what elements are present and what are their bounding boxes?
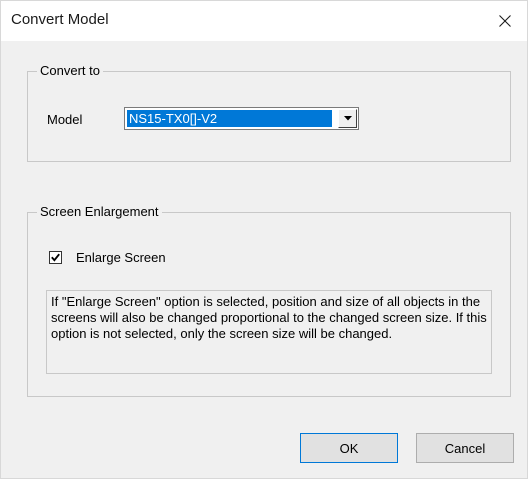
model-label: Model (47, 112, 83, 127)
close-icon (499, 15, 511, 27)
convert-to-label: Convert to (37, 63, 103, 79)
enlarge-info-text: If "Enlarge Screen" option is selected, … (46, 290, 492, 374)
dropdown-arrow-button[interactable] (338, 109, 357, 128)
checkmark-icon (51, 253, 60, 262)
enlarge-screen-checkbox[interactable] (49, 250, 62, 264)
screen-enlargement-label: Screen Enlargement (37, 204, 162, 220)
cancel-button[interactable]: Cancel (416, 433, 514, 463)
model-selected-value: NS15-TX0[]-V2 (127, 110, 332, 127)
convert-model-dialog: Convert Model Convert to Model NS15-TX0[… (0, 0, 528, 479)
close-button[interactable] (483, 1, 527, 41)
enlarge-screen-label: Enlarge Screen (76, 249, 166, 265)
enlarge-screen-option[interactable]: Enlarge Screen (49, 249, 166, 265)
dialog-title: Convert Model (11, 11, 109, 28)
ok-button[interactable]: OK (300, 433, 398, 463)
chevron-down-icon (343, 116, 352, 121)
title-bar: Convert Model (1, 1, 527, 41)
model-dropdown[interactable]: NS15-TX0[]-V2 (124, 107, 359, 130)
